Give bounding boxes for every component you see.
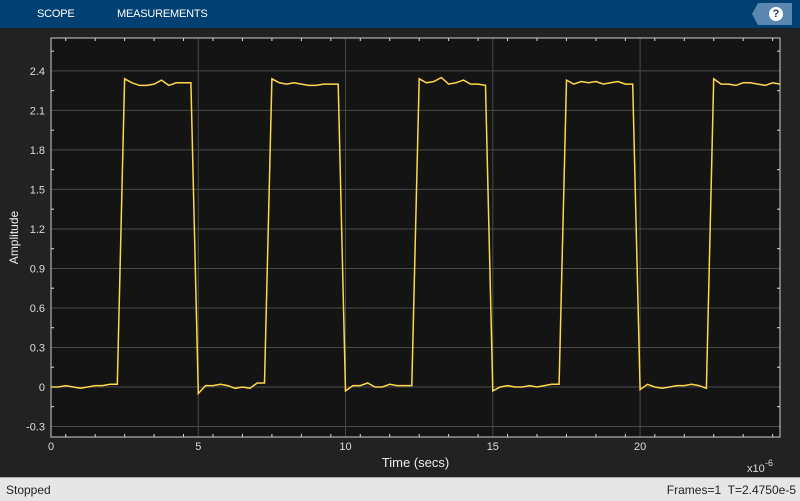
scope-plot: 0 5 10 15 20-0.300.30.60.91.21.51.82.12.4Tim… [7,37,781,475]
y-tick-label: 2.4 [30,66,45,78]
y-tick-label: 0.3 [30,342,45,354]
y-tick-label: 1.8 [30,145,45,157]
y-tick-label: 2.1 [30,105,45,117]
tab-scope[interactable]: SCOPE [37,8,75,20]
x-tick-label: 5 [195,441,201,453]
x-tick-label: 20 [634,441,646,453]
toolstrip: SCOPE MEASUREMENTS ? [0,0,800,28]
status-bar: Stopped Frames=1 T=2.4750e-5 [0,477,800,501]
help-icon: ? [769,7,783,21]
y-tick-label: 1.2 [30,224,45,236]
y-tick-label: -0.3 [26,421,45,433]
x-tick-label: 10 [339,441,351,453]
status-readout: Frames=1 T=2.4750e-5 [667,483,796,497]
frames-readout: Frames=1 [666,483,722,497]
x-axis-label: Time (secs) [382,455,449,470]
status-state: Stopped [6,483,51,497]
help-button[interactable]: ? [752,3,792,25]
y-tick-label: 0.9 [30,263,45,275]
x-multiplier-exponent: -6 [765,458,773,468]
y-tick-label: 1.5 [30,184,45,196]
y-tick-label: 0.6 [30,303,45,315]
x-tick-label: 0 [48,441,54,453]
x-multiplier: x10 [747,463,765,475]
y-tick-label: 0 [39,382,45,394]
x-tick-label: 15 [487,441,499,453]
y-axis-label: Amplitude [7,211,21,265]
tab-measurements[interactable]: MEASUREMENTS [117,8,208,20]
time-readout: T=2.4750e-5 [727,483,796,497]
